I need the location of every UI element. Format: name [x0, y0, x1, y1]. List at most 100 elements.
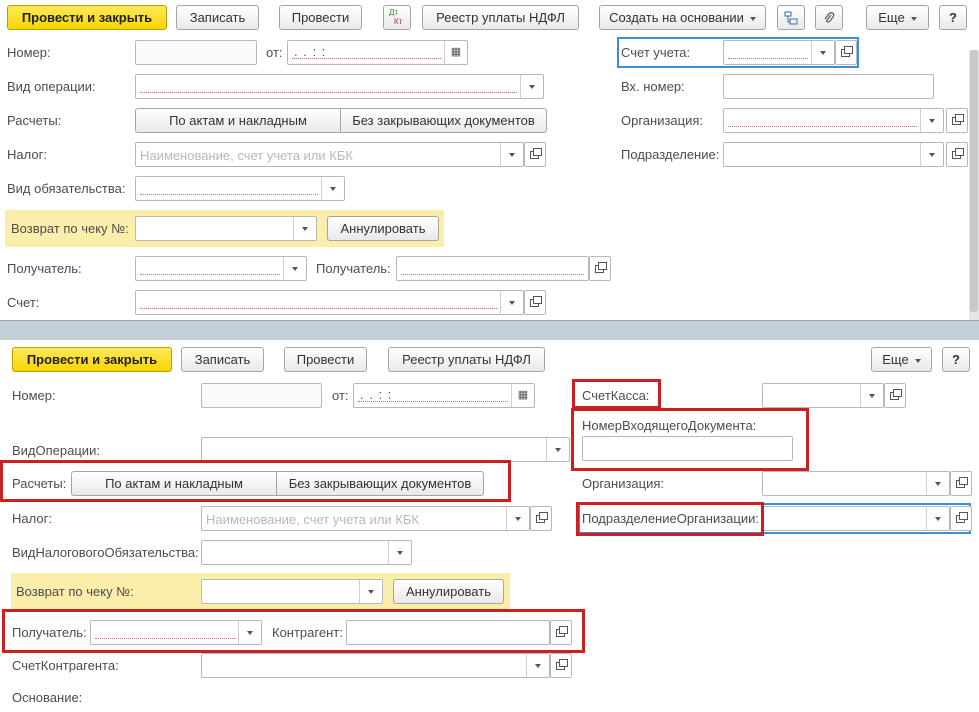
open-form-icon[interactable] [946, 108, 968, 133]
tax-label: Налог: [12, 511, 52, 526]
save-button[interactable]: Записать [176, 5, 259, 30]
settlements-switch: По актам и накладным Без закрывающих док… [135, 108, 547, 133]
create-based-on-button[interactable]: Создать на основании [599, 5, 766, 30]
dropdown-icon[interactable] [388, 541, 411, 564]
post-button[interactable]: Провести [279, 5, 362, 30]
date-value: . . : : [360, 387, 393, 402]
recipient-label: Получатель: [7, 261, 82, 276]
account-label: Счет: [7, 295, 40, 310]
open-form-icon[interactable] [524, 290, 546, 315]
account-of-label: Счет учета: [621, 45, 691, 60]
scrollbar-thumb[interactable] [970, 50, 978, 312]
number-label: Номер: [7, 45, 51, 60]
ndfl-registry-button[interactable]: Реестр уплаты НДФЛ [388, 347, 545, 372]
dtkt-button[interactable]: Дт Кт [383, 5, 411, 30]
dropdown-icon[interactable] [526, 654, 549, 677]
help-button[interactable]: ? [939, 5, 967, 30]
cash-account-select[interactable] [762, 383, 884, 408]
incoming-number-label: Вх. номер: [621, 79, 685, 94]
scrollbar[interactable] [969, 50, 979, 320]
settlements-option-acts[interactable]: По актам и накладным [136, 109, 340, 132]
dropdown-icon[interactable] [926, 472, 949, 495]
recipient-select[interactable] [135, 256, 307, 281]
structure-button[interactable] [777, 5, 805, 30]
organization-label: Организация: [621, 113, 704, 128]
dropdown-icon[interactable] [811, 41, 834, 64]
tax-select[interactable]: Наименование, счет учета или КБК [135, 142, 524, 167]
dropdown-icon[interactable] [520, 75, 543, 98]
chevron-down-icon [914, 358, 921, 363]
save-button[interactable]: Записать [181, 347, 264, 372]
incoming-number-input[interactable] [723, 74, 934, 99]
more-button[interactable]: Еще [871, 347, 932, 372]
counterparty-account-select[interactable] [201, 653, 550, 678]
refund-label: Возврат по чеку №: [11, 221, 129, 236]
number-input[interactable] [135, 40, 257, 65]
dropdown-icon[interactable] [293, 217, 316, 240]
organization-label: Организация: [582, 476, 665, 491]
chevron-down-icon [749, 16, 756, 21]
open-form-icon[interactable] [530, 506, 552, 531]
dtkt-icon: Дт Кт [389, 8, 403, 26]
post-and-close-button[interactable]: Провести и закрыть [12, 347, 172, 372]
dropdown-icon[interactable] [546, 438, 569, 461]
cancel-button[interactable]: Аннулировать [393, 579, 504, 604]
paperclip-icon [824, 12, 835, 23]
calendar-icon[interactable]: ▦ [511, 384, 534, 407]
dropdown-icon[interactable] [860, 384, 883, 407]
recipient2-label: Получатель: [316, 261, 391, 276]
obligation-type-label: ВидНалоговогоОбязательства: [12, 545, 199, 560]
date-input[interactable]: . . : : ▦ [287, 40, 468, 65]
date-input[interactable]: . . : : ▦ [353, 383, 535, 408]
open-form-icon[interactable] [946, 142, 968, 167]
org-department-select[interactable] [762, 506, 950, 531]
dropdown-icon[interactable] [926, 507, 949, 530]
account-select[interactable] [135, 290, 524, 315]
structure-icon [784, 11, 798, 25]
more-button[interactable]: Еще [866, 5, 929, 30]
open-form-icon[interactable] [884, 383, 906, 408]
tax-placeholder: Наименование, счет учета или КБК [140, 148, 353, 163]
dropdown-icon[interactable] [920, 143, 943, 166]
organization-select[interactable] [723, 108, 944, 133]
cancel-button[interactable]: Аннулировать [327, 216, 439, 241]
operation-type-label: ВидОперации: [12, 443, 100, 458]
dropdown-icon[interactable] [500, 291, 523, 314]
dropdown-icon[interactable] [359, 580, 382, 603]
department-select[interactable] [723, 142, 944, 167]
dropdown-icon[interactable] [321, 177, 344, 200]
dropdown-icon[interactable] [506, 507, 529, 530]
refund-receipt-select[interactable] [135, 216, 317, 241]
open-form-icon[interactable] [835, 40, 857, 65]
help-button[interactable]: ? [942, 347, 970, 372]
open-form-icon[interactable] [550, 653, 572, 678]
open-form-icon[interactable] [950, 506, 972, 531]
ndfl-registry-button[interactable]: Реестр уплаты НДФЛ [422, 5, 579, 30]
open-form-icon[interactable] [950, 471, 972, 496]
operation-type-select[interactable] [201, 437, 570, 462]
recipient2-input[interactable] [396, 256, 589, 281]
annotation-box-cash-account [572, 379, 661, 409]
open-form-icon[interactable] [589, 256, 611, 281]
tax-select[interactable]: Наименование, счет учета или КБК [201, 506, 530, 531]
open-form-icon[interactable] [524, 142, 546, 167]
dropdown-icon[interactable] [283, 257, 306, 280]
organization-select[interactable] [762, 471, 950, 496]
operation-type-select[interactable] [135, 74, 544, 99]
number-input[interactable] [201, 383, 322, 408]
account-of-input[interactable] [723, 40, 835, 65]
obligation-type-select[interactable] [135, 176, 345, 201]
post-and-close-button[interactable]: Провести и закрыть [7, 5, 167, 30]
tax-placeholder: Наименование, счет учета или КБК [206, 512, 419, 527]
post-button[interactable]: Провести [284, 347, 367, 372]
department-label: Подразделение: [621, 147, 720, 162]
dropdown-icon[interactable] [500, 143, 523, 166]
obligation-type-label: Вид обязательства: [7, 181, 126, 196]
obligation-type-select[interactable] [201, 540, 412, 565]
settlements-option-no-docs[interactable]: Без закрывающих документов [340, 109, 546, 132]
refund-receipt-select[interactable] [201, 579, 383, 604]
screenshot-separator [0, 320, 979, 340]
dropdown-icon[interactable] [920, 109, 943, 132]
attach-button[interactable] [815, 5, 843, 30]
calendar-icon[interactable]: ▦ [444, 41, 467, 64]
